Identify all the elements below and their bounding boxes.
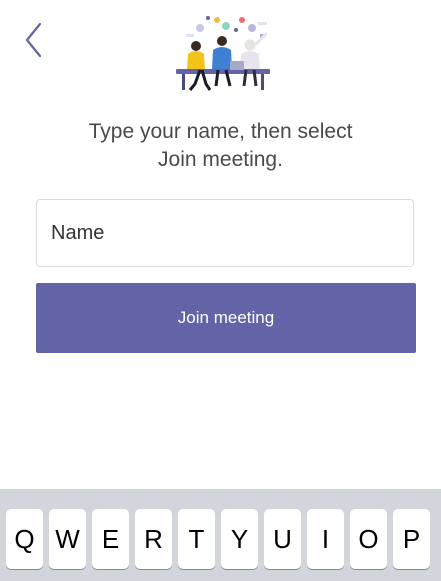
key-w[interactable]: W xyxy=(49,509,86,569)
key-y[interactable]: Y xyxy=(221,509,258,569)
key-r[interactable]: R xyxy=(135,509,172,569)
name-input[interactable] xyxy=(36,199,414,267)
key-i[interactable]: I xyxy=(307,509,344,569)
join-meeting-button[interactable]: Join meeting xyxy=(36,283,416,353)
key-t[interactable]: T xyxy=(178,509,215,569)
key-u[interactable]: U xyxy=(264,509,301,569)
meeting-illustration xyxy=(170,14,276,94)
key-o[interactable]: O xyxy=(350,509,387,569)
instruction-line-2: Join meeting. xyxy=(158,148,283,171)
key-q[interactable]: Q xyxy=(6,509,43,569)
instruction-line-1: Type your name, then select xyxy=(88,120,353,143)
keyboard-top-row: Q W E R T Y U I O P xyxy=(6,509,430,569)
instruction-text: Type your name, then select Join meeting… xyxy=(40,118,401,174)
back-button[interactable] xyxy=(22,20,46,60)
key-p[interactable]: P xyxy=(393,509,430,569)
chevron-left-icon xyxy=(25,22,42,58)
on-screen-keyboard: Q W E R T Y U I O P xyxy=(0,489,441,581)
key-e[interactable]: E xyxy=(92,509,129,569)
